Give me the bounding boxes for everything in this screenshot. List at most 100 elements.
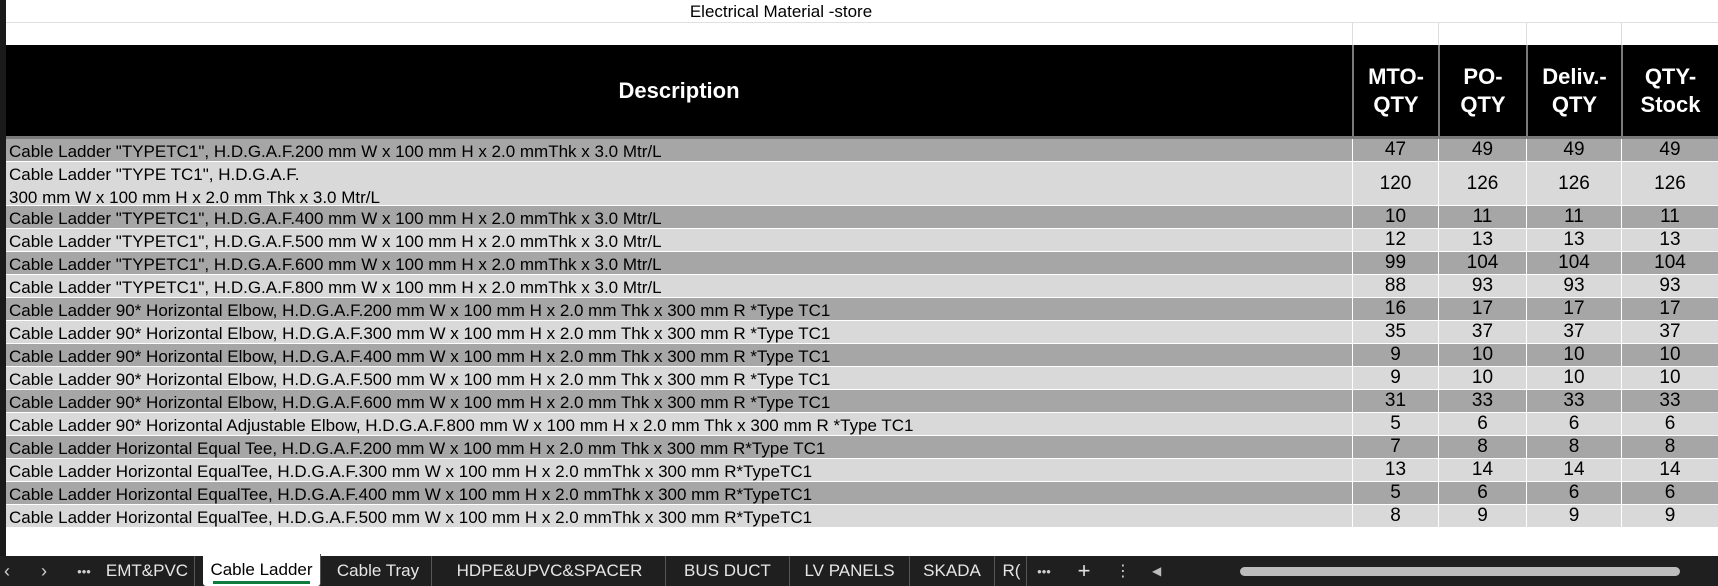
table-row[interactable]: Cable Ladder "TYPETC1", H.D.G.A.F.200 mm… bbox=[6, 139, 1718, 162]
qty-stock-cell[interactable]: 33 bbox=[1621, 390, 1718, 412]
mto-qty-cell[interactable]: 5 bbox=[1352, 413, 1438, 435]
po-qty-cell[interactable]: 6 bbox=[1438, 482, 1526, 504]
header-po-qty[interactable]: PO- QTY bbox=[1438, 45, 1526, 137]
header-deliv-qty[interactable]: Deliv.- QTY bbox=[1526, 45, 1621, 137]
mto-qty-cell[interactable]: 5 bbox=[1352, 482, 1438, 504]
table-row[interactable]: Cable Ladder "TYPETC1", H.D.G.A.F.800 mm… bbox=[6, 275, 1718, 298]
description-cell[interactable]: Cable Ladder "TYPETC1", H.D.G.A.F.400 mm… bbox=[9, 206, 1353, 230]
tab-truncated[interactable]: R( bbox=[997, 556, 1027, 586]
po-qty-cell[interactable]: 17 bbox=[1438, 298, 1526, 320]
blank-row[interactable] bbox=[6, 23, 1718, 45]
description-cell[interactable]: Cable Ladder 90* Horizontal Elbow, H.D.G… bbox=[9, 298, 1353, 322]
tab-cable-tray[interactable]: Cable Tray bbox=[325, 556, 432, 586]
description-cell[interactable]: Cable Ladder "TYPETC1", H.D.G.A.F.200 mm… bbox=[9, 139, 1353, 163]
po-qty-cell[interactable]: 9 bbox=[1438, 505, 1526, 527]
description-cell[interactable]: Cable Ladder 90* Horizontal Elbow, H.D.G… bbox=[9, 367, 1353, 391]
deliv-qty-cell[interactable]: 104 bbox=[1526, 252, 1621, 274]
deliv-qty-cell[interactable]: 93 bbox=[1526, 275, 1621, 297]
po-qty-cell[interactable]: 10 bbox=[1438, 367, 1526, 389]
mto-qty-cell[interactable]: 13 bbox=[1352, 459, 1438, 481]
more-sheets-left-button[interactable]: ••• bbox=[72, 556, 96, 586]
mto-qty-cell[interactable]: 88 bbox=[1352, 275, 1438, 297]
horizontal-scrollbar[interactable]: ◀ bbox=[1152, 564, 1708, 578]
chevron-left-icon[interactable]: ‹ bbox=[0, 556, 14, 586]
description-cell[interactable]: Cable Ladder Horizontal Equal Tee, H.D.G… bbox=[9, 436, 1353, 460]
mto-qty-cell[interactable]: 99 bbox=[1352, 252, 1438, 274]
mto-qty-cell[interactable]: 10 bbox=[1352, 206, 1438, 228]
sheet-title-row[interactable]: Electrical Material -store bbox=[6, 0, 1718, 23]
scroll-left-icon[interactable]: ◀ bbox=[1152, 564, 1166, 578]
mto-qty-cell[interactable]: 7 bbox=[1352, 436, 1438, 458]
qty-stock-cell[interactable]: 10 bbox=[1621, 344, 1718, 366]
po-qty-cell[interactable]: 13 bbox=[1438, 229, 1526, 251]
mto-qty-cell[interactable]: 12 bbox=[1352, 229, 1438, 251]
po-qty-cell[interactable]: 37 bbox=[1438, 321, 1526, 343]
qty-stock-cell[interactable]: 9 bbox=[1621, 505, 1718, 527]
deliv-qty-cell[interactable]: 37 bbox=[1526, 321, 1621, 343]
scrollbar-thumb[interactable] bbox=[1240, 567, 1680, 576]
po-qty-cell[interactable]: 93 bbox=[1438, 275, 1526, 297]
mto-qty-cell[interactable]: 47 bbox=[1352, 139, 1438, 161]
po-qty-cell[interactable]: 33 bbox=[1438, 390, 1526, 412]
deliv-qty-cell[interactable]: 8 bbox=[1526, 436, 1621, 458]
tab-lv-panels[interactable]: LV PANELS bbox=[790, 556, 910, 586]
po-qty-cell[interactable]: 14 bbox=[1438, 459, 1526, 481]
qty-stock-cell[interactable]: 126 bbox=[1621, 162, 1718, 205]
deliv-qty-cell[interactable]: 33 bbox=[1526, 390, 1621, 412]
table-row[interactable]: Cable Ladder "TYPE TC1", H.D.G.A.F. 300 … bbox=[6, 162, 1718, 209]
description-cell[interactable]: Cable Ladder 90* Horizontal Elbow, H.D.G… bbox=[9, 344, 1353, 368]
header-qty-stock[interactable]: QTY- Stock bbox=[1621, 45, 1718, 137]
po-qty-cell[interactable]: 49 bbox=[1438, 139, 1526, 161]
mto-qty-cell[interactable]: 9 bbox=[1352, 344, 1438, 366]
deliv-qty-cell[interactable]: 14 bbox=[1526, 459, 1621, 481]
description-cell[interactable]: Cable Ladder Horizontal EqualTee, H.D.G.… bbox=[9, 482, 1353, 506]
tab-skada[interactable]: SKADA bbox=[910, 556, 995, 586]
deliv-qty-cell[interactable]: 10 bbox=[1526, 344, 1621, 366]
deliv-qty-cell[interactable]: 6 bbox=[1526, 482, 1621, 504]
mto-qty-cell[interactable]: 9 bbox=[1352, 367, 1438, 389]
mto-qty-cell[interactable]: 35 bbox=[1352, 321, 1438, 343]
mto-qty-cell[interactable]: 16 bbox=[1352, 298, 1438, 320]
deliv-qty-cell[interactable]: 11 bbox=[1526, 206, 1621, 228]
mto-qty-cell[interactable]: 31 bbox=[1352, 390, 1438, 412]
more-sheets-right-button[interactable]: ••• bbox=[1032, 556, 1056, 586]
description-cell[interactable]: Cable Ladder 90* Horizontal Elbow, H.D.G… bbox=[9, 321, 1353, 345]
qty-stock-cell[interactable]: 37 bbox=[1621, 321, 1718, 343]
qty-stock-cell[interactable]: 13 bbox=[1621, 229, 1718, 251]
qty-stock-cell[interactable]: 8 bbox=[1621, 436, 1718, 458]
deliv-qty-cell[interactable]: 17 bbox=[1526, 298, 1621, 320]
table-row[interactable]: Cable Ladder Horizontal Equal Tee, H.D.G… bbox=[6, 436, 1718, 459]
table-row[interactable]: Cable Ladder 90* Horizontal Elbow, H.D.G… bbox=[6, 321, 1718, 344]
table-row[interactable]: Cable Ladder 90* Horizontal Elbow, H.D.G… bbox=[6, 390, 1718, 413]
po-qty-cell[interactable]: 11 bbox=[1438, 206, 1526, 228]
qty-stock-cell[interactable]: 49 bbox=[1621, 139, 1718, 161]
table-row[interactable]: Cable Ladder "TYPETC1", H.D.G.A.F.500 mm… bbox=[6, 229, 1718, 252]
qty-stock-cell[interactable]: 104 bbox=[1621, 252, 1718, 274]
table-row[interactable]: Cable Ladder Horizontal EqualTee, H.D.G.… bbox=[6, 459, 1718, 482]
description-cell[interactable]: Cable Ladder "TYPE TC1", H.D.G.A.F. 300 … bbox=[9, 162, 1353, 209]
table-row[interactable]: Cable Ladder 90* Horizontal Elbow, H.D.G… bbox=[6, 298, 1718, 321]
tab-bus-duct[interactable]: BUS DUCT bbox=[666, 556, 790, 586]
description-cell[interactable]: Cable Ladder "TYPETC1", H.D.G.A.F.800 mm… bbox=[9, 275, 1353, 299]
table-row[interactable]: Cable Ladder "TYPETC1", H.D.G.A.F.600 mm… bbox=[6, 252, 1718, 275]
header-description[interactable]: Description bbox=[6, 45, 1352, 137]
description-cell[interactable]: Cable Ladder Horizontal EqualTee, H.D.G.… bbox=[9, 505, 1353, 529]
table-row[interactable]: Cable Ladder 90* Horizontal Adjustable E… bbox=[6, 413, 1718, 436]
qty-stock-cell[interactable]: 93 bbox=[1621, 275, 1718, 297]
header-mto-qty[interactable]: MTO- QTY bbox=[1352, 45, 1438, 137]
qty-stock-cell[interactable]: 11 bbox=[1621, 206, 1718, 228]
table-row[interactable]: Cable Ladder Horizontal EqualTee, H.D.G.… bbox=[6, 505, 1718, 528]
deliv-qty-cell[interactable]: 6 bbox=[1526, 413, 1621, 435]
deliv-qty-cell[interactable]: 49 bbox=[1526, 139, 1621, 161]
deliv-qty-cell[interactable]: 13 bbox=[1526, 229, 1621, 251]
qty-stock-cell[interactable]: 14 bbox=[1621, 459, 1718, 481]
description-cell[interactable]: Cable Ladder 90* Horizontal Elbow, H.D.G… bbox=[9, 390, 1353, 414]
description-cell[interactable]: Cable Ladder Horizontal EqualTee, H.D.G.… bbox=[9, 459, 1353, 483]
table-row[interactable]: Cable Ladder Horizontal EqualTee, H.D.G.… bbox=[6, 482, 1718, 505]
sheet-options-button[interactable]: ⋮ bbox=[1114, 556, 1132, 586]
mto-qty-cell[interactable]: 120 bbox=[1352, 162, 1438, 205]
description-cell[interactable]: Cable Ladder "TYPETC1", H.D.G.A.F.500 mm… bbox=[9, 229, 1353, 253]
table-row[interactable]: Cable Ladder "TYPETC1", H.D.G.A.F.400 mm… bbox=[6, 206, 1718, 229]
deliv-qty-cell[interactable]: 9 bbox=[1526, 505, 1621, 527]
deliv-qty-cell[interactable]: 126 bbox=[1526, 162, 1621, 205]
